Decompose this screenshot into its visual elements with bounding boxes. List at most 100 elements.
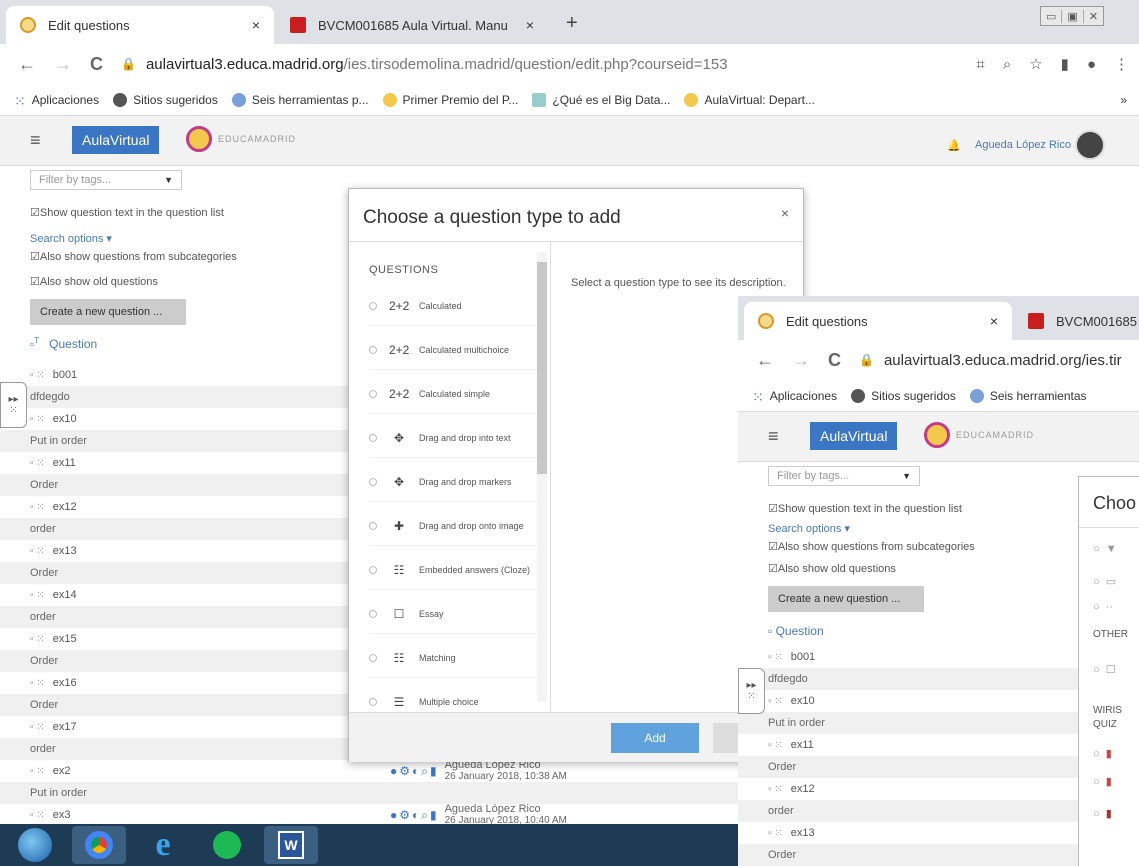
type-option[interactable]: ○ ▭ bbox=[1093, 575, 1116, 588]
reload-button[interactable]: C bbox=[90, 54, 103, 75]
forward-button[interactable]: → bbox=[792, 350, 810, 371]
add-button[interactable]: Add bbox=[611, 723, 699, 753]
type-option[interactable]: ○ ▼ bbox=[1093, 543, 1117, 555]
question-type-option[interactable]: 2+2 Calculated multichoice bbox=[369, 330, 541, 370]
type-option[interactable]: ○ ·· bbox=[1093, 601, 1113, 613]
question-type-option[interactable]: ☷ Embedded answers (Cloze) bbox=[369, 550, 541, 590]
taskbar-word[interactable]: W bbox=[264, 826, 318, 864]
zoom-icon[interactable]: ⌕ bbox=[1003, 56, 1011, 73]
notifications-bell-icon[interactable]: 🔔 bbox=[947, 139, 961, 152]
radio-button[interactable] bbox=[369, 345, 377, 354]
window-controls[interactable]: ▭ ▣ ✕ bbox=[1040, 6, 1105, 26]
profile-icon[interactable]: ● bbox=[1087, 56, 1096, 73]
new-tab-button[interactable]: + bbox=[566, 12, 578, 35]
grid-icon: ⁙ bbox=[9, 405, 18, 416]
tags-filter-select[interactable]: Filter by tags... ▼ bbox=[768, 466, 920, 486]
maximize-icon[interactable]: ▣ bbox=[1062, 9, 1084, 23]
avatar[interactable] bbox=[1075, 130, 1105, 160]
bookmarks-more[interactable]: » bbox=[1120, 93, 1127, 107]
start-button[interactable] bbox=[8, 826, 62, 864]
menu-icon[interactable]: ⋮ bbox=[1114, 55, 1129, 73]
dialog-close-icon[interactable]: × bbox=[781, 205, 789, 221]
question-column-header[interactable]: ▫T Question bbox=[30, 336, 97, 351]
minimize-icon[interactable]: ▭ bbox=[1041, 9, 1063, 23]
hamburger-menu-icon[interactable]: ≡ bbox=[768, 426, 779, 447]
type-option[interactable]: ○ ▮ bbox=[1093, 747, 1112, 760]
bookmark-tools[interactable]: Seis herramientas p... bbox=[231, 92, 369, 107]
type-option[interactable]: ○ ☐ bbox=[1093, 663, 1116, 676]
subcategories-checkbox[interactable]: ☑Also show questions from subcategories bbox=[768, 540, 975, 553]
radio-button[interactable] bbox=[369, 433, 377, 442]
question-actions-icon[interactable]: ●⚙◐⌕▮ bbox=[390, 764, 439, 779]
question-type-option[interactable]: 2+2 Calculated bbox=[369, 286, 541, 326]
question-type-option[interactable]: ☐ Essay bbox=[369, 594, 541, 634]
forward-button[interactable]: → bbox=[54, 54, 72, 75]
close-tab-icon[interactable]: × bbox=[252, 17, 260, 33]
bookmark-bigdata[interactable]: ¿Qué es el Big Data... bbox=[532, 92, 670, 107]
extension-icon[interactable]: ▮ bbox=[1061, 55, 1069, 73]
bookmark-star-icon[interactable]: ☆ bbox=[1029, 55, 1042, 73]
url-field[interactable]: 🔒 aulavirtual3.educa.madrid.org/ies.tirs… bbox=[121, 56, 728, 73]
question-type-option[interactable]: ✥ Drag and drop into text bbox=[369, 418, 541, 458]
radio-button[interactable] bbox=[369, 653, 377, 662]
tab-edit-questions[interactable]: Edit questions × bbox=[6, 6, 274, 44]
row-label: ex17 bbox=[52, 721, 77, 733]
radio-button[interactable] bbox=[369, 389, 377, 398]
radio-button[interactable] bbox=[369, 477, 377, 486]
brand-button[interactable]: AulaVirtual bbox=[810, 422, 898, 450]
block-drawer-toggle[interactable]: ▸▸ ⁙ bbox=[0, 382, 27, 428]
bookmark-aulavirtual[interactable]: AulaVirtual: Depart... bbox=[684, 92, 815, 107]
radio-button[interactable] bbox=[369, 697, 377, 706]
back-button[interactable]: ← bbox=[756, 350, 774, 371]
taskbar-spotify[interactable] bbox=[200, 826, 254, 864]
bookmark-tools[interactable]: Seis herramientas bbox=[969, 388, 1087, 403]
create-question-button[interactable]: Create a new question ... bbox=[30, 299, 186, 325]
question-type-option[interactable]: ✥ Drag and drop markers bbox=[369, 462, 541, 502]
hamburger-menu-icon[interactable]: ≡ bbox=[30, 130, 41, 151]
bookmark-suggested[interactable]: Sitios sugeridos bbox=[851, 388, 956, 403]
subcategories-checkbox[interactable]: ☑Also show questions from subcategories bbox=[30, 250, 237, 263]
question-type-option[interactable]: 2+2 Calculated simple bbox=[369, 374, 541, 414]
radio-button[interactable] bbox=[369, 609, 377, 618]
user-menu[interactable]: 🔔 Agueda López Rico bbox=[947, 130, 1105, 160]
old-questions-checkbox[interactable]: ☑Also show old questions bbox=[30, 275, 158, 288]
bookmark-apps[interactable]: ⁙ Aplicaciones bbox=[752, 389, 837, 405]
tags-filter-select[interactable]: Filter by tags... ▼ bbox=[30, 170, 182, 190]
radio-button[interactable] bbox=[369, 521, 377, 530]
show-text-checkbox[interactable]: ☑Show question text in the question list bbox=[768, 502, 962, 515]
close-tab-icon[interactable]: × bbox=[526, 17, 534, 33]
tab-bvcm[interactable]: BVCM001685 Aula Virtual. Manu × bbox=[276, 6, 548, 44]
search-options-link[interactable]: Search options ▾ bbox=[768, 522, 850, 535]
question-type-option[interactable]: ☰ Multiple choice bbox=[369, 682, 541, 712]
brand-button[interactable]: AulaVirtual bbox=[72, 126, 160, 154]
question-type-option[interactable]: ☷ Matching bbox=[369, 638, 541, 678]
radio-button[interactable] bbox=[369, 301, 377, 310]
back-button[interactable]: ← bbox=[18, 54, 36, 75]
close-tab-icon[interactable]: × bbox=[990, 313, 998, 329]
tab-edit-questions[interactable]: Edit questions × bbox=[744, 302, 1012, 340]
type-option[interactable]: ○ ▮ bbox=[1093, 775, 1112, 788]
block-drawer-toggle[interactable]: ▸▸ ⁙ bbox=[738, 668, 765, 714]
translate-icon[interactable]: ⌗ bbox=[976, 56, 984, 73]
question-type-option[interactable]: ✚ Drag and drop onto image bbox=[369, 506, 541, 546]
close-window-icon[interactable]: ✕ bbox=[1084, 10, 1103, 23]
radio-button[interactable] bbox=[369, 565, 377, 574]
reload-button[interactable]: C bbox=[828, 350, 841, 371]
type-option[interactable]: ○ ▮ bbox=[1093, 807, 1112, 820]
old-questions-checkbox[interactable]: ☑Also show old questions bbox=[768, 562, 896, 575]
question-column-header[interactable]: ▫ Question bbox=[768, 624, 824, 638]
list-scrollbar[interactable] bbox=[537, 252, 547, 702]
scrollbar-thumb[interactable] bbox=[537, 262, 547, 474]
windows-start-icon bbox=[18, 828, 52, 862]
bookmark-prize[interactable]: Primer Premio del P... bbox=[382, 92, 518, 107]
taskbar-ie[interactable]: e bbox=[136, 826, 190, 864]
create-question-button[interactable]: Create a new question ... bbox=[768, 586, 924, 612]
url-field[interactable]: 🔒 aulavirtual3.educa.madrid.org/ies.tir bbox=[859, 352, 1122, 369]
question-actions-icon[interactable]: ●⚙◐⌕▮ bbox=[390, 808, 439, 823]
search-options-link[interactable]: Search options ▾ bbox=[30, 232, 112, 245]
taskbar-chrome[interactable] bbox=[72, 826, 126, 864]
tab-bvcm[interactable]: BVCM001685 A bbox=[1014, 302, 1139, 340]
bookmark-apps[interactable]: ⁙ Aplicaciones bbox=[14, 93, 99, 109]
show-text-checkbox[interactable]: ☑Show question text in the question list bbox=[30, 206, 224, 219]
bookmark-suggested[interactable]: Sitios sugeridos bbox=[113, 92, 218, 107]
